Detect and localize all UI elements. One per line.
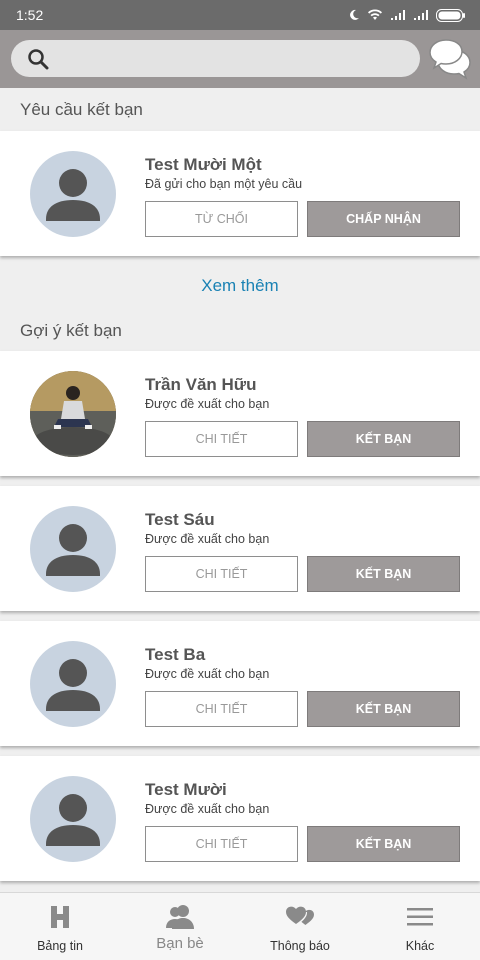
tab-friends[interactable]: Bạn bè [120,893,240,960]
bottom-nav: Bảng tin Bạn bè Thông báo Khác [0,892,480,960]
add-friend-button[interactable]: KẾT BẠN [307,826,460,862]
suggestions-title: Gợi ý kết bạn [20,321,122,340]
friends-icon [166,905,194,929]
decline-button[interactable]: TỪ CHỐI [145,201,298,237]
tab-label: Khác [405,939,435,953]
request-subtitle: Đã gửi cho bạn một yêu cầu [145,177,303,191]
detail-button[interactable]: CHI TIẾT [145,826,298,862]
add-friend-button[interactable]: KẾT BẠN [307,556,460,592]
signal-icon-2 [414,10,428,20]
suggestion-name[interactable]: Trần Văn Hữu [145,375,257,395]
suggestion-card: Trần Văn Hữu Được đề xuất cho bạn CHI TI… [0,351,480,476]
status-icons [348,8,466,22]
request-name[interactable]: Test Mười Một [145,155,262,175]
signal-icon [391,10,405,20]
suggestion-name[interactable]: Test Ba [145,645,205,665]
battery-icon [436,8,465,22]
tab-feed[interactable]: Bảng tin [0,893,120,960]
chat-icon[interactable] [428,37,474,81]
tab-label: Bạn bè [156,935,204,952]
home-icon [51,906,69,928]
menu-icon [407,908,433,926]
profile-photo [30,371,116,457]
avatar[interactable] [30,371,116,457]
detail-button[interactable]: CHI TIẾT [145,556,298,592]
notifications-icon [286,906,314,925]
suggestion-name[interactable]: Test Sáu [145,510,215,530]
status-time: 1:52 [16,7,44,23]
detail-button[interactable]: CHI TIẾT [145,691,298,727]
top-bar [0,30,480,88]
person-placeholder-icon [46,659,100,711]
person-placeholder-icon [46,169,100,221]
tab-notifications[interactable]: Thông báo [240,893,360,960]
friend-requests-title: Yêu cầu kết bạn [20,100,143,119]
search-bar[interactable] [11,40,420,77]
person-placeholder-icon [46,794,100,846]
add-friend-button[interactable]: KẾT BẠN [307,691,460,727]
suggestion-card: Test Sáu Được đề xuất cho bạn CHI TIẾT K… [0,486,480,611]
avatar[interactable] [30,506,116,592]
suggestion-card: Test Mười Được đề xuất cho bạn CHI TIẾT … [0,756,480,881]
person-placeholder-icon [46,524,100,576]
suggestion-subtitle: Được đề xuất cho bạn [145,802,270,816]
avatar[interactable] [30,151,116,237]
avatar[interactable] [30,776,116,862]
suggestion-subtitle: Được đề xuất cho bạn [145,397,270,411]
tab-label: Thông báo [270,939,330,953]
moon-icon [350,9,359,20]
wifi-icon [368,9,382,20]
suggestion-card: Test Ba Được đề xuất cho bạn CHI TIẾT KẾ… [0,621,480,746]
accept-button[interactable]: CHẤP NHẬN [307,201,460,237]
status-bar: 1:52 [0,0,480,30]
avatar[interactable] [30,641,116,727]
suggestion-subtitle: Được đề xuất cho bạn [145,667,270,681]
search-icon [28,49,49,70]
add-friend-button[interactable]: KẾT BẠN [307,421,460,457]
friend-request-card: Test Mười Một Đã gửi cho bạn một yêu cầu… [0,131,480,256]
suggestion-name[interactable]: Test Mười [145,780,227,800]
search-input[interactable] [63,44,403,73]
suggestion-subtitle: Được đề xuất cho bạn [145,532,270,546]
detail-button[interactable]: CHI TIẾT [145,421,298,457]
tab-label: Bảng tin [37,939,83,953]
see-more-link[interactable]: Xem thêm [0,276,480,296]
tab-more[interactable]: Khác [360,893,480,960]
